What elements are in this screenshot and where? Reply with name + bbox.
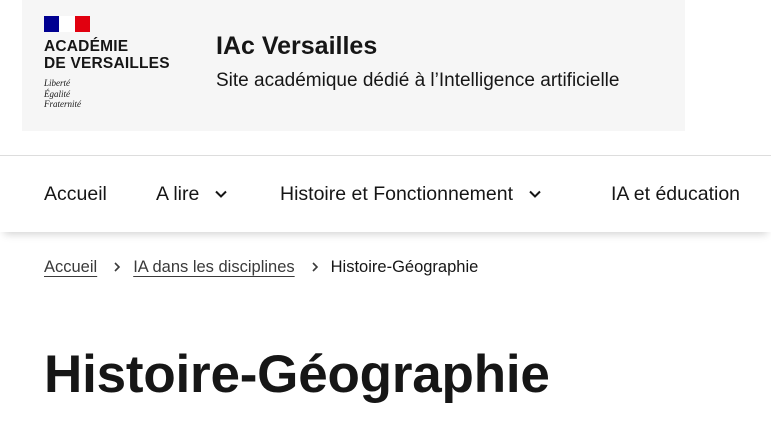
site-title[interactable]: IAc Versailles (216, 31, 377, 61)
motto-egalite: Égalité (44, 88, 70, 99)
nav-item-a-lire[interactable]: A lire (156, 156, 229, 232)
chevron-right-icon (114, 262, 121, 272)
breadcrumb: Accueil IA dans les disciplines Histoire… (44, 256, 478, 278)
page: ACADÉMIE DE VERSAILLES Liberté Égalité F… (0, 0, 771, 439)
nav-item-label: IA et éducation (611, 182, 741, 205)
chevron-down-icon (529, 190, 541, 198)
brand-motto: Liberté Égalité Fraternité (44, 78, 81, 110)
motto-fraternite: Fraternité (44, 99, 81, 109)
nav-item-ia-et-education[interactable]: IA et éducation (611, 156, 740, 232)
chevron-down-icon (215, 190, 228, 198)
page-title: Histoire-Géographie (44, 345, 550, 404)
nav-item-label: Accueil (44, 182, 107, 205)
breadcrumb-link-accueil[interactable]: Accueil (44, 258, 97, 277)
republic-flag-logo[interactable] (44, 16, 90, 32)
breadcrumb-link-ia-dans-les-disciplines[interactable]: IA dans les disciplines (133, 258, 294, 277)
flag-red-stripe (75, 16, 90, 32)
breadcrumb-current-page: Histoire-Géographie (330, 257, 479, 276)
brand-line-2: DE VERSAILLES (44, 55, 170, 72)
nav-item-label: Histoire et Fonctionnement (280, 182, 514, 205)
motto-liberte: Liberté (44, 78, 70, 88)
nav-item-histoire-et-fonctionnement[interactable]: Histoire et Fonctionnement (280, 156, 543, 232)
brand-name[interactable]: ACADÉMIE DE VERSAILLES (44, 38, 170, 72)
nav-item-accueil[interactable]: Accueil (44, 156, 107, 232)
flag-white-stripe (59, 16, 75, 32)
brand-line-1: ACADÉMIE (44, 38, 129, 55)
main-navigation: Accueil A lire Histoire et Fonctionnemen… (0, 155, 771, 232)
chevron-right-icon (312, 262, 318, 272)
flag-blue-stripe (44, 16, 59, 32)
nav-item-label: A lire (156, 182, 200, 205)
site-tagline: Site académique dédié à l’Intelligence a… (216, 70, 620, 91)
